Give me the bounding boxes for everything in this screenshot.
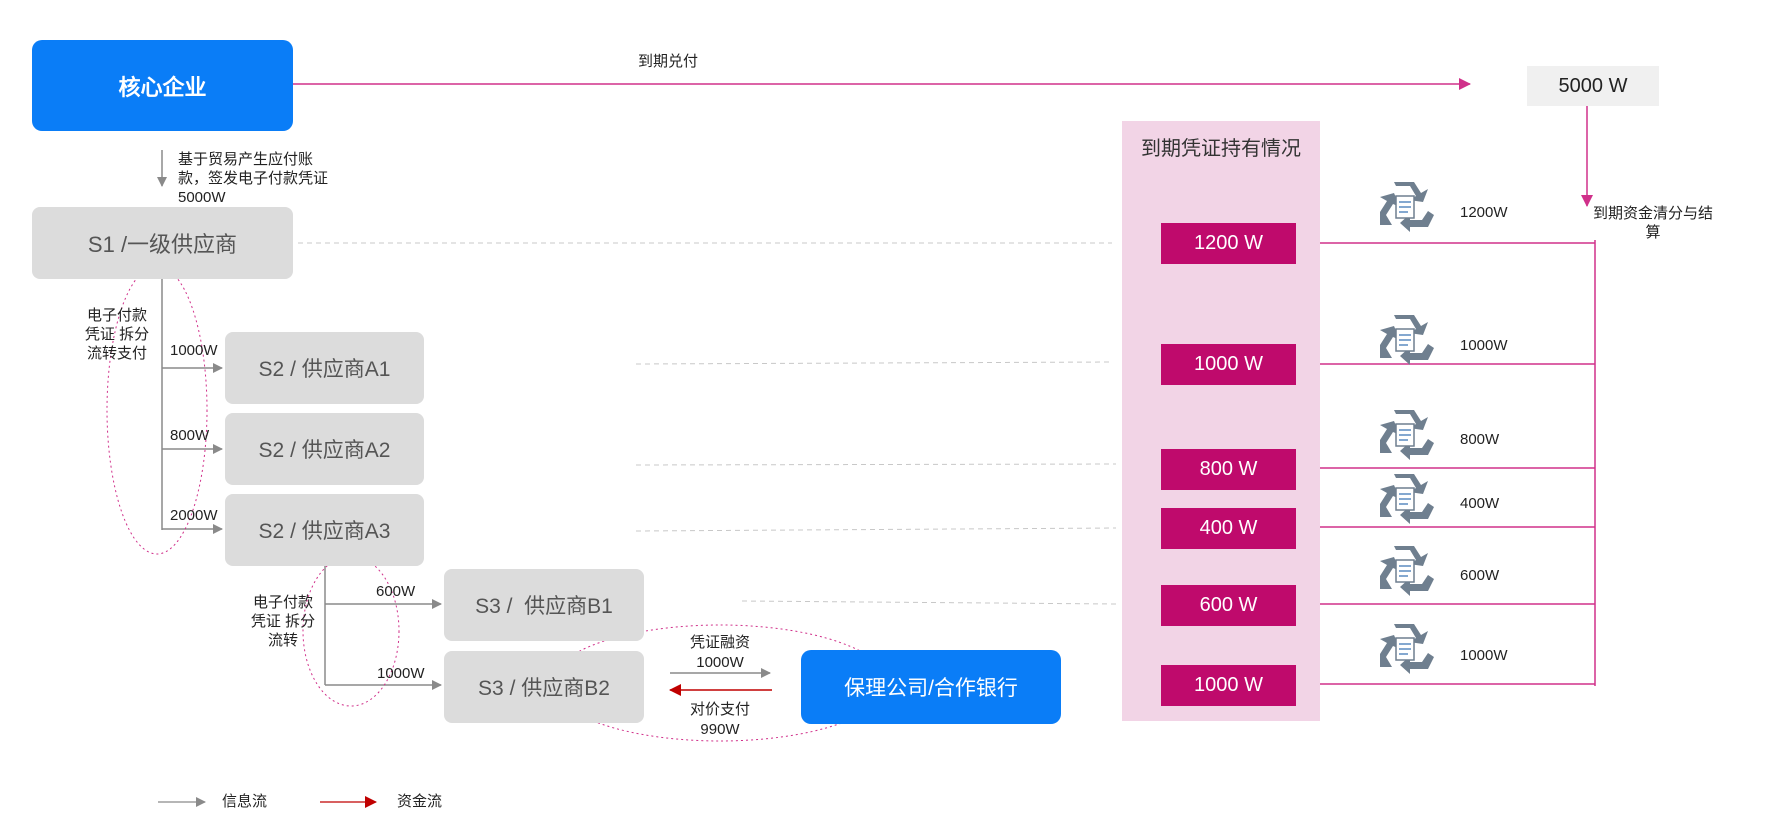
- recycle-document-icon: [1380, 410, 1434, 460]
- split-label-2: 电子付款凭证 拆分流转: [250, 594, 316, 649]
- legend-info-label: 信息流: [222, 793, 268, 810]
- recycle-document-icon: [1380, 546, 1434, 596]
- dash-a1: [635, 361, 1113, 365]
- a1-amount-label: 1000W: [170, 342, 218, 359]
- holdings-panel: [1122, 121, 1320, 721]
- holding-amount-3: 800W: [1460, 431, 1500, 448]
- payment-label-2: 990W: [700, 721, 740, 738]
- split-label-1: 电子付款凭证 拆分流转支付: [84, 307, 150, 362]
- s2-supplier-a2-node: S2 / 供应商A2: [225, 413, 424, 485]
- holding-amount-4: 400W: [1460, 495, 1500, 512]
- holding-amount-2: 1000W: [1460, 337, 1508, 354]
- a2-amount-label: 800W: [170, 427, 210, 444]
- dash-a3: [635, 527, 1117, 532]
- holding-amount-6: 1000W: [1460, 647, 1508, 664]
- holding-amount-1: 1200W: [1460, 204, 1508, 221]
- s3-supplier-b2-node: S3 / 供应商B2: [444, 651, 644, 723]
- holding-value-2: 1000 W: [1161, 344, 1296, 385]
- legend-funds-label: 资金流: [397, 793, 443, 810]
- recycle-document-icon: [1380, 315, 1434, 365]
- financing-label-2: 1000W: [696, 654, 744, 671]
- due-pay-label: 到期兑付: [638, 53, 699, 70]
- b1-amount-label: 600W: [376, 583, 416, 600]
- s2-supplier-a1-node: S2 / 供应商A1: [225, 332, 424, 404]
- b2-amount-label: 1000W: [377, 665, 425, 682]
- holding-value-1: 1200 W: [1161, 223, 1296, 264]
- total-amount-node: 5000 W: [1527, 66, 1659, 106]
- holding-value-3: 800 W: [1161, 449, 1296, 490]
- holding-value-5: 600 W: [1161, 585, 1296, 626]
- issue-label: 基于贸易产生应付账款，签发电子付款凭证 5000W: [178, 151, 329, 206]
- holdings-title: 到期凭证持有情况: [1141, 138, 1301, 160]
- factoring-bank-node: 保理公司/合作银行: [801, 650, 1061, 724]
- recycle-document-icon: [1380, 182, 1434, 232]
- dash-a2: [635, 463, 1117, 466]
- recycle-document-icon: [1380, 624, 1434, 674]
- dash-b1: [741, 600, 1117, 605]
- settlement-label: 到期资金清分与结算: [1592, 205, 1713, 241]
- holding-value-4: 400 W: [1161, 508, 1296, 549]
- payment-label-1: 对价支付: [689, 701, 750, 718]
- s1-supplier-node: S1 /一级供应商: [32, 207, 293, 279]
- holding-value-6: 1000 W: [1161, 665, 1296, 706]
- a3-amount-label: 2000W: [170, 507, 218, 524]
- s2-supplier-a3-node: S2 / 供应商A3: [225, 494, 424, 566]
- financing-label-1: 凭证融资: [689, 634, 750, 651]
- recycle-document-icon: [1380, 474, 1434, 524]
- core-enterprise-node: 核心企业: [32, 40, 293, 131]
- s3-supplier-b1-node: S3 / 供应商B1: [444, 569, 644, 641]
- holding-amount-5: 600W: [1460, 567, 1500, 584]
